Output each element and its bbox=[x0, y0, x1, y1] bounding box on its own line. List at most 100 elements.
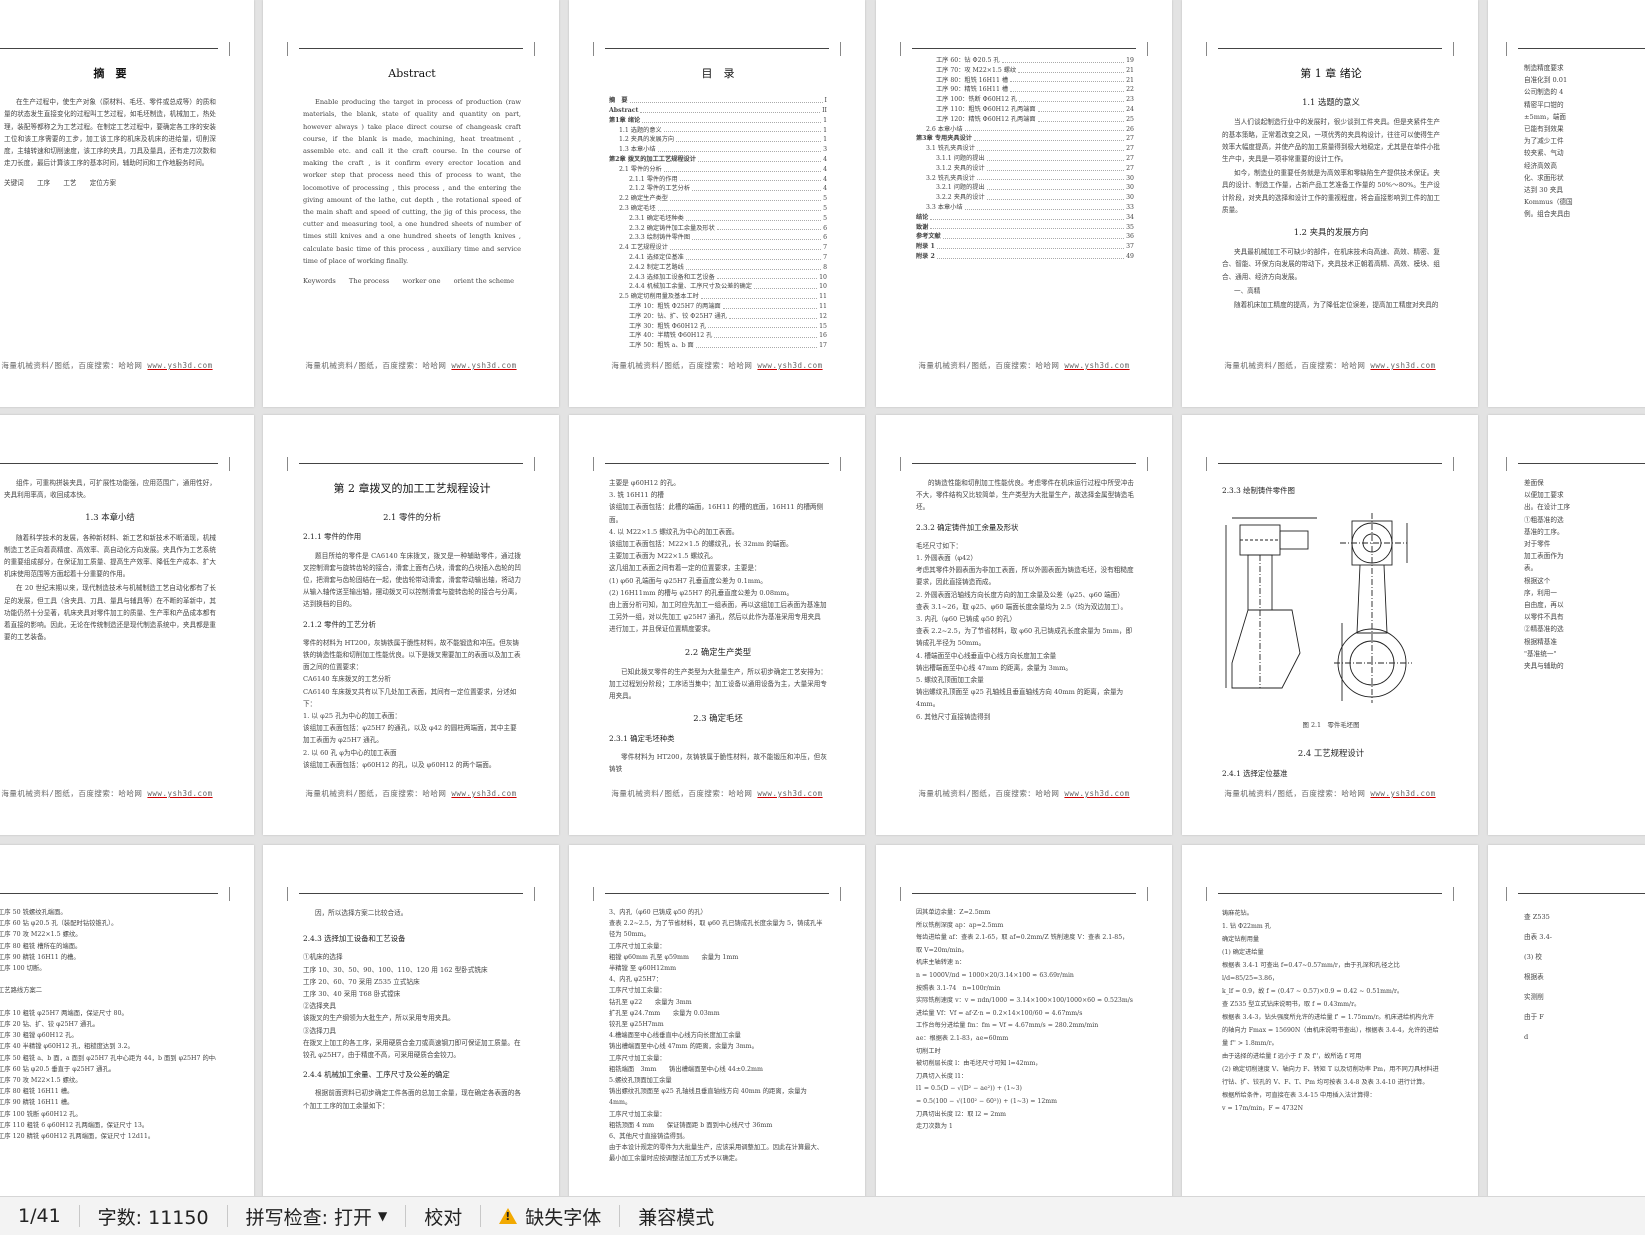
toc-entry[interactable]: 工序 40：半精铣 Φ60H12 孔 16 bbox=[609, 331, 827, 341]
toc-entry[interactable]: 2.5 确定切削用量及基本工时 11 bbox=[609, 292, 827, 302]
toc-page-number: 3 bbox=[823, 146, 827, 154]
text-line: 3. 铣 16H11 的槽 bbox=[609, 491, 664, 500]
toc-entry[interactable]: 2.6 本章小结 26 bbox=[916, 125, 1134, 135]
toc-leader bbox=[679, 175, 822, 182]
toc-entry[interactable]: 第3章 专用夹具设计 27 bbox=[916, 134, 1134, 144]
toc-leader bbox=[700, 292, 818, 299]
text-line: 主要是 φ60H12 的孔。 bbox=[609, 479, 680, 487]
toc-entry[interactable]: 工序 70：攻 M22×1.5 螺纹 21 bbox=[916, 66, 1134, 76]
toc-entry[interactable]: 3.2.2 夹具的设计 30 bbox=[916, 193, 1134, 203]
toc-entry[interactable]: 3.2.1 问题的提出 30 bbox=[916, 183, 1134, 193]
toc-list: 摘 要 I Abstract II 第1章 绪论 1 1.1 选题的意义 1 1.2 夹具的发展… bbox=[609, 96, 827, 351]
toc-entry-title: 工序 90：精铣 16H11 槽 bbox=[936, 86, 1009, 94]
toc-page-number: 4 bbox=[823, 165, 827, 173]
page-count[interactable]: 1/41 bbox=[0, 1197, 79, 1235]
toc-entry[interactable]: 工序 80：粗铣 16H11 槽 21 bbox=[916, 76, 1134, 86]
toc-entry-title: 3.1 铣孔夹具设计 bbox=[926, 145, 975, 153]
header-rule bbox=[1506, 457, 1645, 471]
toc-entry[interactable]: 工序 100：铣断 Φ60H12 孔 23 bbox=[916, 95, 1134, 105]
toc-entry[interactable]: 附录 2 49 bbox=[916, 252, 1134, 262]
toc-entry[interactable]: 2.4.1 选择定位基准 7 bbox=[609, 253, 827, 263]
proofread-button[interactable]: 校对 bbox=[406, 1197, 480, 1235]
toc-entry[interactable]: 工序 10：粗铣 Φ25H7 的两端面 11 bbox=[609, 302, 827, 312]
toc-entry[interactable]: 工序 90：精铣 16H11 槽 22 bbox=[916, 85, 1134, 95]
toc-page-number: 26 bbox=[1126, 125, 1134, 133]
header-rule bbox=[287, 887, 535, 901]
toc-leader bbox=[936, 242, 1125, 249]
toc-entry[interactable]: 工序 50：粗铣 a、b 面 17 bbox=[609, 341, 827, 351]
toc-entry-title: 1.2 夹具的发展方向 bbox=[619, 136, 675, 144]
missing-fonts-button[interactable]: 缺失字体 bbox=[481, 1197, 619, 1235]
toc-page-number: 33 bbox=[1126, 203, 1134, 211]
toc-entry[interactable]: 结论 34 bbox=[916, 213, 1134, 223]
toc-entry[interactable]: 2.1.1 零件的作用 4 bbox=[609, 175, 827, 185]
paragraph: 的铸造性能和切削加工性能优良。考虑零件在机床运行过程中所受冲击不大，零件结构又比… bbox=[916, 479, 1134, 512]
section-heading: 2.4 工艺规程设计 bbox=[1297, 748, 1365, 759]
compat-mode[interactable]: 兼容模式 bbox=[620, 1197, 732, 1235]
spell-check-toggle[interactable]: 拼写检查: 打开 ▼ bbox=[228, 1197, 406, 1235]
toc-entry[interactable]: 2.4.2 制定工艺路线 8 bbox=[609, 263, 827, 273]
toc-entry[interactable]: 3.1.2 夹具的设计 27 bbox=[916, 164, 1134, 174]
header-rule bbox=[1206, 457, 1454, 471]
toc-leader bbox=[930, 223, 1125, 230]
toc-entry[interactable]: 1.3 本章小结 3 bbox=[609, 145, 827, 155]
toc-page-number: 1 bbox=[823, 126, 827, 134]
toc-entry[interactable]: 1.1 选题的意义 1 bbox=[609, 126, 827, 136]
page-title: 第 1 章 绪论 bbox=[1300, 67, 1362, 80]
toc-entry-title: 第2章 拨叉的加工工艺规程设计 bbox=[609, 155, 696, 163]
toc-entry[interactable]: 2.2 确定生产类型 5 bbox=[609, 194, 827, 204]
toc-entry[interactable]: 工序 120：精铣 Φ60H12 孔两端面 25 bbox=[916, 115, 1134, 125]
text-line: 4、内孔 φ25H7： bbox=[609, 976, 663, 984]
toc-entry[interactable]: 2.3.1 确定毛坯种类 5 bbox=[609, 214, 827, 224]
toc-entry[interactable]: 工序 110：粗铣 Φ60H12 孔两端面 24 bbox=[916, 105, 1134, 115]
toc-page-number: 11 bbox=[819, 302, 827, 310]
toc-entry[interactable]: 附录 1 37 bbox=[916, 242, 1134, 252]
header-rule bbox=[593, 42, 841, 56]
toc-entry[interactable]: 工序 30：粗铣 Φ60H12 孔 15 bbox=[609, 322, 827, 332]
toc-entry[interactable]: 2.4.4 机械加工余量、工序尺寸及公差的确定 10 bbox=[609, 282, 827, 292]
text-line: 4.槽端面至中心线垂直中心线方向长度加工余量 bbox=[609, 1032, 741, 1040]
toc-entry[interactable]: 3.1 铣孔夹具设计 27 bbox=[916, 144, 1134, 154]
toc-entry[interactable]: 工序 20：钻、扩、铰 Φ25H7 通孔 12 bbox=[609, 312, 827, 322]
toc-entry[interactable]: 2.4.3 选择加工设备和工艺设备 10 bbox=[609, 273, 827, 283]
word-count[interactable]: 字数: 11150 bbox=[80, 1197, 227, 1235]
toc-entry[interactable]: 3.1.1 问题的提出 27 bbox=[916, 154, 1134, 164]
toc-list: 工序 60：钻 Φ20.5 孔 19 工序 70：攻 M22×1.5 螺纹 21 工序 … bbox=[916, 56, 1134, 262]
toc-entry[interactable]: 2.1.2 零件的工艺分析 4 bbox=[609, 184, 827, 194]
document-canvas[interactable]: 摘 要 在生产过程中，使生产对象（原材料、毛坯、零件或总成等）的质和量的状态发生… bbox=[0, 0, 1645, 1196]
toc-page-number: 11 bbox=[819, 293, 827, 301]
toc-entry[interactable]: 2.3.2 确定铸件加工余量及形状 6 bbox=[609, 224, 827, 234]
text-line: 粗铣顶面 4 mm 保证铸面距 b 面到中心线尺寸 36mm bbox=[609, 1121, 773, 1129]
text-block: 铸麻花钻。 1. 钻 Φ22mm 孔确定钻削用量 (1) 确定进给量 根据表 3.4-… bbox=[1222, 907, 1440, 1153]
text-line: 经济高效高 bbox=[1524, 161, 1557, 170]
paragraph: 在生产过程中，使生产对象（原材料、毛坯、零件或总成等）的质和量的状态发生直接变化… bbox=[4, 98, 216, 168]
text-line: 工序 70 攻 M22×1.5 螺纹。 bbox=[0, 1077, 82, 1085]
text-line: 工序 70 攻 M22×1.5 螺纹。 bbox=[0, 931, 82, 939]
toc-entry[interactable]: 第2章 拨叉的加工工艺规程设计 4 bbox=[609, 155, 827, 165]
text-line: ①粗基准的选 bbox=[1524, 515, 1564, 524]
toc-entry[interactable]: 第1章 绪论 1 bbox=[609, 116, 827, 126]
text-line: 每齿进给量 af：查表 2.1-65，取 af=0.2mm/Z 铣削速度 V：查… bbox=[916, 934, 1129, 954]
text-line: 对于零件 bbox=[1524, 540, 1551, 549]
toc-entry[interactable]: 3.2 铣孔夹具设计 30 bbox=[916, 174, 1134, 184]
text-line: 公司制造的 4 bbox=[1524, 88, 1564, 97]
toc-entry[interactable]: 3.3 本章小结 33 bbox=[916, 203, 1134, 213]
text-line: 1. 外圆表面（φ42） bbox=[916, 554, 977, 563]
subsection-heading: 2.1.1 零件的作用 bbox=[303, 532, 362, 542]
toc-entry[interactable]: 参考文献 36 bbox=[916, 232, 1134, 242]
toc-entry[interactable]: 2.4 工艺规程设计 7 bbox=[609, 243, 827, 253]
toc-entry[interactable]: 摘 要I bbox=[609, 96, 827, 106]
toc-entry[interactable]: 2.3.3 绘制铸件零件图 6 bbox=[609, 233, 827, 243]
toc-entry[interactable]: 1.2 夹具的发展方向 1 bbox=[609, 135, 827, 145]
toc-entry[interactable]: 致谢 35 bbox=[916, 223, 1134, 233]
toc-leader bbox=[629, 96, 823, 103]
toc-entry[interactable]: Abstract II bbox=[609, 106, 827, 116]
page-chapter2: 第 2 章拨叉的加工工艺规程设计 2.1 零件的分析 2.1.1 零件的作用 题… bbox=[263, 415, 559, 835]
toc-entry[interactable]: 2.3 确定毛坯 5 bbox=[609, 204, 827, 214]
toc-entry[interactable]: 工序 60：钻 Φ20.5 孔 19 bbox=[916, 56, 1134, 66]
page-title: 目 录 bbox=[701, 67, 735, 80]
toc-page-number: 30 bbox=[1126, 174, 1134, 182]
text-line: 工序 110 粗铣 6 φ60H12 孔两端面，保证尺寸 13。 bbox=[0, 1121, 149, 1129]
toc-entry[interactable]: 2.1 零件的分析 4 bbox=[609, 165, 827, 175]
toc-leader bbox=[942, 232, 1125, 240]
